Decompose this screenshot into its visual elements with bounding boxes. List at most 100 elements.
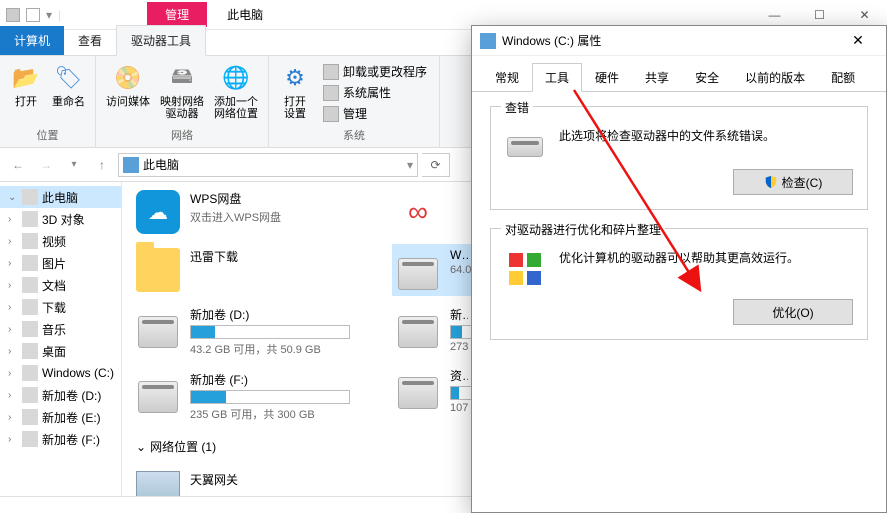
tab-drive-tools[interactable]: 驱动器工具 [116, 25, 206, 56]
tab-previous[interactable]: 以前的版本 [732, 63, 818, 92]
tab-general[interactable]: 常规 [482, 63, 532, 92]
tab-tools[interactable]: 工具 [532, 63, 582, 92]
quick-access-toolbar: ▾ | [0, 8, 67, 22]
open-settings-button[interactable]: ⚙ 打开 设置 [275, 60, 315, 122]
sidebar-item[interactable]: ›新加卷 (D:) [0, 384, 121, 406]
rename-button[interactable]: 🏷 重命名 [48, 60, 89, 110]
baidu-icon: ∞ [396, 190, 440, 234]
sidebar-item[interactable]: › 桌面 [0, 340, 121, 362]
tab-sharing[interactable]: 共享 [632, 63, 682, 92]
sidebar-item-label: Windows (C:) [42, 366, 114, 380]
expand-icon[interactable]: › [8, 236, 18, 247]
manage-icon [323, 106, 339, 122]
sidebar[interactable]: ⌄此电脑›3D 对象›视频›图片›文档›下载›音乐›桌面›Windows (C:… [0, 182, 122, 496]
optimize-group: 对驱动器进行优化和碎片整理 优化计算机的驱动器可以帮助其更高效运行。 优化(O) [490, 228, 868, 340]
tab-security[interactable]: 安全 [682, 63, 732, 92]
breadcrumb-dropdown-icon[interactable]: ▾ [407, 158, 413, 172]
optimize-text: 优化计算机的驱动器可以帮助其更高效运行。 [559, 249, 853, 267]
sidebar-item[interactable]: › 图片 [0, 252, 121, 274]
sidebar-item[interactable]: ›音乐 [0, 318, 121, 340]
usage-bar [190, 390, 350, 404]
gateway-icon [136, 471, 180, 496]
tab-view[interactable]: 查看 [64, 26, 116, 55]
drive-f[interactable]: 新加卷 (F:) 235 GB 可用，共 300 GB [132, 367, 372, 426]
breadcrumb[interactable]: 此电脑 [143, 156, 179, 173]
sidebar-item[interactable]: › Windows (C:) [0, 362, 121, 384]
expand-icon[interactable]: › [8, 390, 18, 401]
map-drive-icon: 🖴 [166, 62, 198, 94]
ribbon-group-network: 📀 访问媒体 🖴 映射网络 驱动器 🌐 添加一个 网络位置 网络 [96, 56, 269, 147]
dialog-titlebar[interactable]: Windows (C:) 属性 ✕ [472, 26, 886, 56]
node-icon [22, 189, 38, 205]
item-xunlei[interactable]: 迅雷下载 [132, 244, 372, 296]
sidebar-item[interactable]: ›新加卷 (F:) [0, 428, 121, 450]
optimize-button[interactable]: 优化(O) [733, 299, 853, 325]
open-button[interactable]: 📂 打开 [6, 60, 46, 110]
qat-dropdown-icon[interactable]: ▾ [46, 8, 52, 22]
ribbon-group-system: ⚙ 打开 设置 卸载或更改程序 系统属性 管理 系统 [269, 56, 440, 147]
sidebar-item[interactable]: › 视频 [0, 230, 121, 252]
nav-forward-button[interactable]: → [34, 153, 58, 177]
expand-icon[interactable]: › [8, 302, 18, 313]
expand-icon[interactable]: › [8, 214, 18, 225]
qat-icon[interactable] [26, 8, 40, 22]
uninstall-menuitem[interactable]: 卸载或更改程序 [321, 62, 429, 81]
drive-icon [396, 367, 440, 411]
expand-icon[interactable]: › [8, 324, 18, 335]
sidebar-item[interactable]: › 文档 [0, 274, 121, 296]
sidebar-item[interactable]: ›下载 [0, 296, 121, 318]
drive-g[interactable]: 资料107 [392, 363, 472, 418]
dialog-tabs: 常规 工具 硬件 共享 安全 以前的版本 配额 [472, 56, 886, 92]
access-media-button[interactable]: 📀 访问媒体 [102, 60, 154, 110]
expand-icon[interactable]: › [8, 258, 18, 269]
sidebar-item[interactable]: ⌄ 此电脑 [0, 186, 121, 208]
expand-icon[interactable]: › [8, 412, 18, 423]
node-icon [22, 431, 38, 447]
drive-d[interactable]: 新加卷 (D:) 43.2 GB 可用，共 50.9 GB [132, 302, 372, 361]
node-icon [22, 255, 38, 271]
defrag-icon [505, 249, 545, 289]
item-tianyi[interactable]: 天翼网关 [132, 467, 372, 496]
chevron-down-icon[interactable]: ▾ [62, 153, 86, 177]
refresh-button[interactable]: ⟳ [422, 153, 450, 177]
sidebar-item[interactable]: › 新加卷 (E:) [0, 406, 121, 428]
check-button[interactable]: 检查(C) [733, 169, 853, 195]
sidebar-item-label: 3D 对象 [42, 211, 85, 228]
wps-icon: ☁ [136, 190, 180, 234]
sidebar-item[interactable]: › 3D 对象 [0, 208, 121, 230]
dialog-body: 查错 此选项将检查驱动器中的文件系统错误。 检查(C) 对驱动器进行优化和碎片整… [472, 92, 886, 372]
sidebar-item-label: 新加卷 (E:) [42, 409, 101, 426]
item-baidu[interactable]: ∞ [392, 186, 472, 238]
drive-e[interactable]: 新加273 [392, 302, 472, 357]
sidebar-item-label: 视频 [42, 233, 66, 250]
tab-computer[interactable]: 计算机 [0, 26, 64, 55]
address-box[interactable]: 此电脑 ▾ [118, 153, 418, 177]
expand-icon[interactable]: ⌄ [8, 192, 18, 203]
sysprop-icon [323, 85, 339, 101]
dialog-close-button[interactable]: ✕ [838, 26, 878, 56]
sysprop-menuitem[interactable]: 系统属性 [321, 83, 429, 102]
chevron-down-icon: ⌄ [136, 440, 146, 454]
nav-back-button[interactable]: ← [6, 153, 30, 177]
sidebar-item-label: 图片 [42, 255, 66, 272]
sidebar-item-label: 桌面 [42, 343, 66, 360]
expand-icon[interactable]: › [8, 280, 18, 291]
group-header-network[interactable]: ⌄ 网络位置 (1) [132, 432, 372, 461]
nav-up-button[interactable]: ↑ [90, 153, 114, 177]
sidebar-item-label: 此电脑 [42, 189, 78, 206]
map-drive-button[interactable]: 🖴 映射网络 驱动器 [156, 60, 208, 122]
drive-icon [136, 306, 180, 350]
tab-hardware[interactable]: 硬件 [582, 63, 632, 92]
add-location-button[interactable]: 🌐 添加一个 网络位置 [210, 60, 262, 122]
node-icon [22, 211, 38, 227]
tab-quota[interactable]: 配额 [818, 63, 868, 92]
item-wps[interactable]: ☁ WPS网盘双击进入WPS网盘 [132, 186, 372, 238]
manage-menuitem[interactable]: 管理 [321, 104, 429, 123]
expand-icon[interactable]: › [8, 368, 18, 379]
sidebar-item-label: 文档 [42, 277, 66, 294]
node-icon [22, 321, 38, 337]
drive-c[interactable]: Wind64.0 [392, 244, 472, 296]
contextual-tab-label[interactable]: 管理 [147, 2, 207, 27]
expand-icon[interactable]: › [8, 434, 18, 445]
expand-icon[interactable]: › [8, 346, 18, 357]
